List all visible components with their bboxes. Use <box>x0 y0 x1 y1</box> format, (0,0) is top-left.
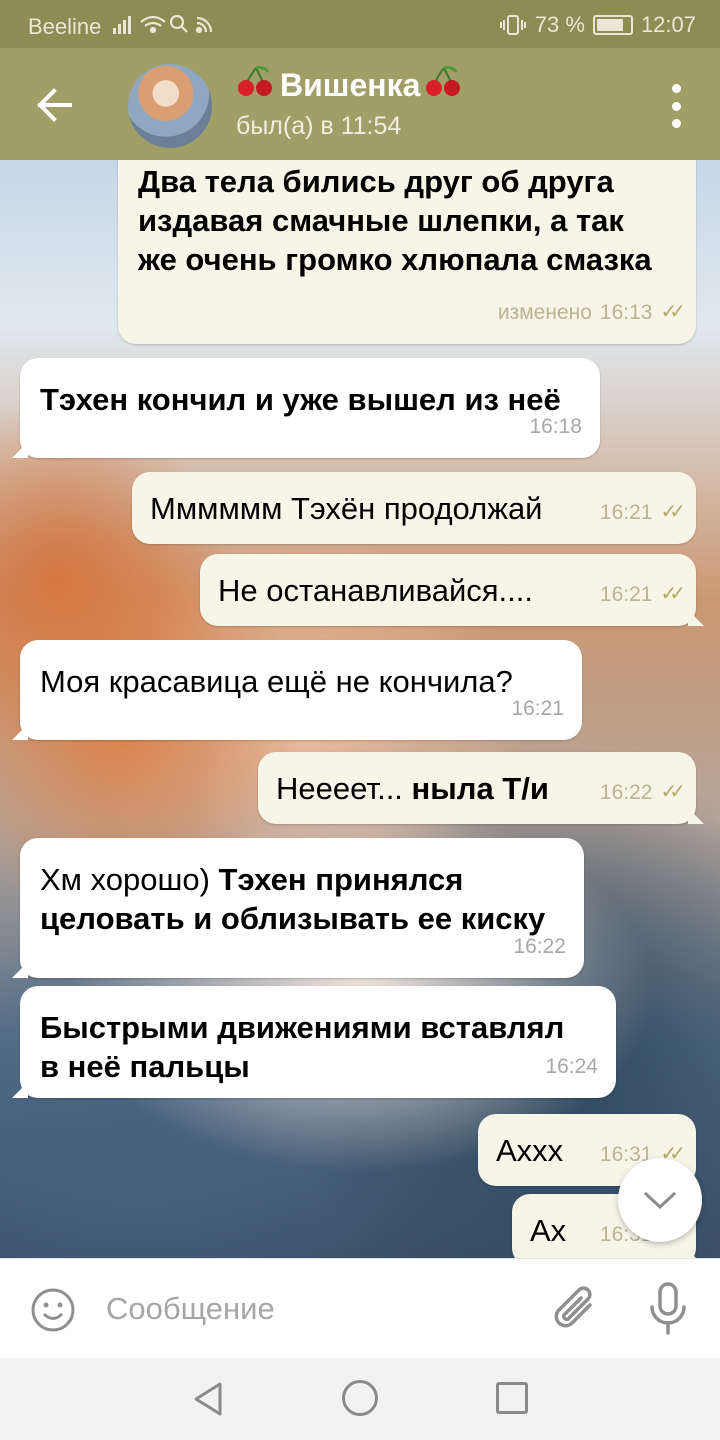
message-text: Тэхен кончил и уже вышел из неё <box>40 382 561 417</box>
cherry-icon <box>236 66 276 105</box>
last-seen-status: был(а) в 11:54 <box>236 112 402 140</box>
message-bubble-outgoing[interactable]: Мммммм Тэхён продолжай 16:21 ✓✓ <box>132 472 696 544</box>
read-checkmarks-icon: ✓✓ <box>660 501 685 523</box>
message-text-bold: целовать и облизывать ее киску <box>40 901 546 936</box>
emoji-icon[interactable] <box>30 1287 76 1333</box>
message-time: 16:21 <box>511 697 564 720</box>
message-bubble-incoming[interactable]: Хм хорошо) Тэхен принялся целовать и обл… <box>20 838 584 978</box>
message-text: издавая смачные шлепки, а так <box>138 203 624 238</box>
chat-messages-area[interactable]: Два тела бились друг об друга издавая см… <box>0 160 720 1258</box>
message-time: 16:22 <box>599 781 653 804</box>
message-text: же очень громко хлюпала смазка <box>138 242 652 277</box>
vibrate-icon <box>499 15 526 35</box>
contact-name: Вишенка <box>280 67 421 103</box>
message-bubble-outgoing[interactable]: Не останавливайся.... 16:21 ✓✓ <box>200 554 696 626</box>
message-text: Быстрыми движениями вставлял <box>40 1010 565 1045</box>
system-nav-bar <box>0 1358 720 1440</box>
message-text: Два тела бились друг об друга <box>138 164 614 199</box>
message-input[interactable]: Сообщение <box>106 1291 275 1327</box>
nav-home-icon[interactable] <box>342 1380 378 1416</box>
message-text: Ах <box>530 1213 567 1248</box>
message-text: Не останавливайся.... <box>218 573 534 608</box>
message-composer: Сообщение <box>0 1258 720 1358</box>
nav-back-icon[interactable] <box>190 1380 226 1418</box>
read-checkmarks-icon: ✓✓ <box>660 781 685 803</box>
message-time: 16:18 <box>529 415 582 438</box>
message-text: Аххх <box>496 1133 564 1168</box>
signal-icons <box>111 12 221 42</box>
clock: 12:07 <box>640 12 696 37</box>
message-time: 16:21 <box>599 583 653 606</box>
message-time: 16:21 <box>599 501 653 524</box>
message-text: Моя красавица ещё не кончила? <box>40 664 513 699</box>
message-text: в неё пальцы <box>40 1049 250 1084</box>
message-text: Неееет... <box>276 771 412 806</box>
paperclip-icon[interactable] <box>552 1285 600 1335</box>
read-checkmarks-icon: ✓✓ <box>660 583 685 605</box>
battery-icon <box>592 15 633 35</box>
carrier-label: Beeline <box>28 14 102 39</box>
contact-avatar[interactable] <box>128 64 212 148</box>
back-arrow-icon[interactable] <box>30 80 80 130</box>
chevron-down-icon <box>643 1191 677 1210</box>
message-bubble-outgoing[interactable]: Неееет... ныла Т/и 16:22 ✓✓ <box>258 752 696 824</box>
scroll-to-bottom-button[interactable] <box>618 1158 702 1242</box>
cherry-icon <box>424 66 464 105</box>
nav-recents-icon[interactable] <box>496 1382 528 1414</box>
more-menu-icon[interactable] <box>668 84 684 128</box>
message-text: Мммммм Тэхён продолжай <box>150 491 543 526</box>
message-time: 16:24 <box>545 1055 598 1078</box>
message-time: 16:22 <box>513 935 566 958</box>
message-bubble-incoming[interactable]: Быстрыми движениями вставлял в неё пальц… <box>20 986 616 1098</box>
edited-label: изменено <box>497 301 592 324</box>
message-bubble-incoming[interactable]: Тэхен кончил и уже вышел из неё 16:18 <box>20 358 600 458</box>
chat-header: Вишенка был(а) в 11:54 <box>0 48 720 160</box>
microphone-icon[interactable] <box>646 1281 690 1337</box>
status-bar: Beeline 73 % 12:07 <box>0 0 720 48</box>
message-text: Хм хорошо) <box>40 862 219 897</box>
message-text-bold: Тэхен принялся <box>218 862 464 897</box>
contact-title[interactable]: Вишенка <box>236 66 464 105</box>
message-text-bold: ныла Т/и <box>411 771 549 806</box>
battery-percent: 73 % <box>534 12 585 37</box>
message-bubble-outgoing[interactable]: Два тела бились друг об друга издавая см… <box>118 160 696 344</box>
message-bubble-incoming[interactable]: Моя красавица ещё не кончила? 16:21 <box>20 640 582 740</box>
message-time: 16:13 <box>599 301 653 324</box>
read-checkmarks-icon: ✓✓ <box>660 301 685 323</box>
